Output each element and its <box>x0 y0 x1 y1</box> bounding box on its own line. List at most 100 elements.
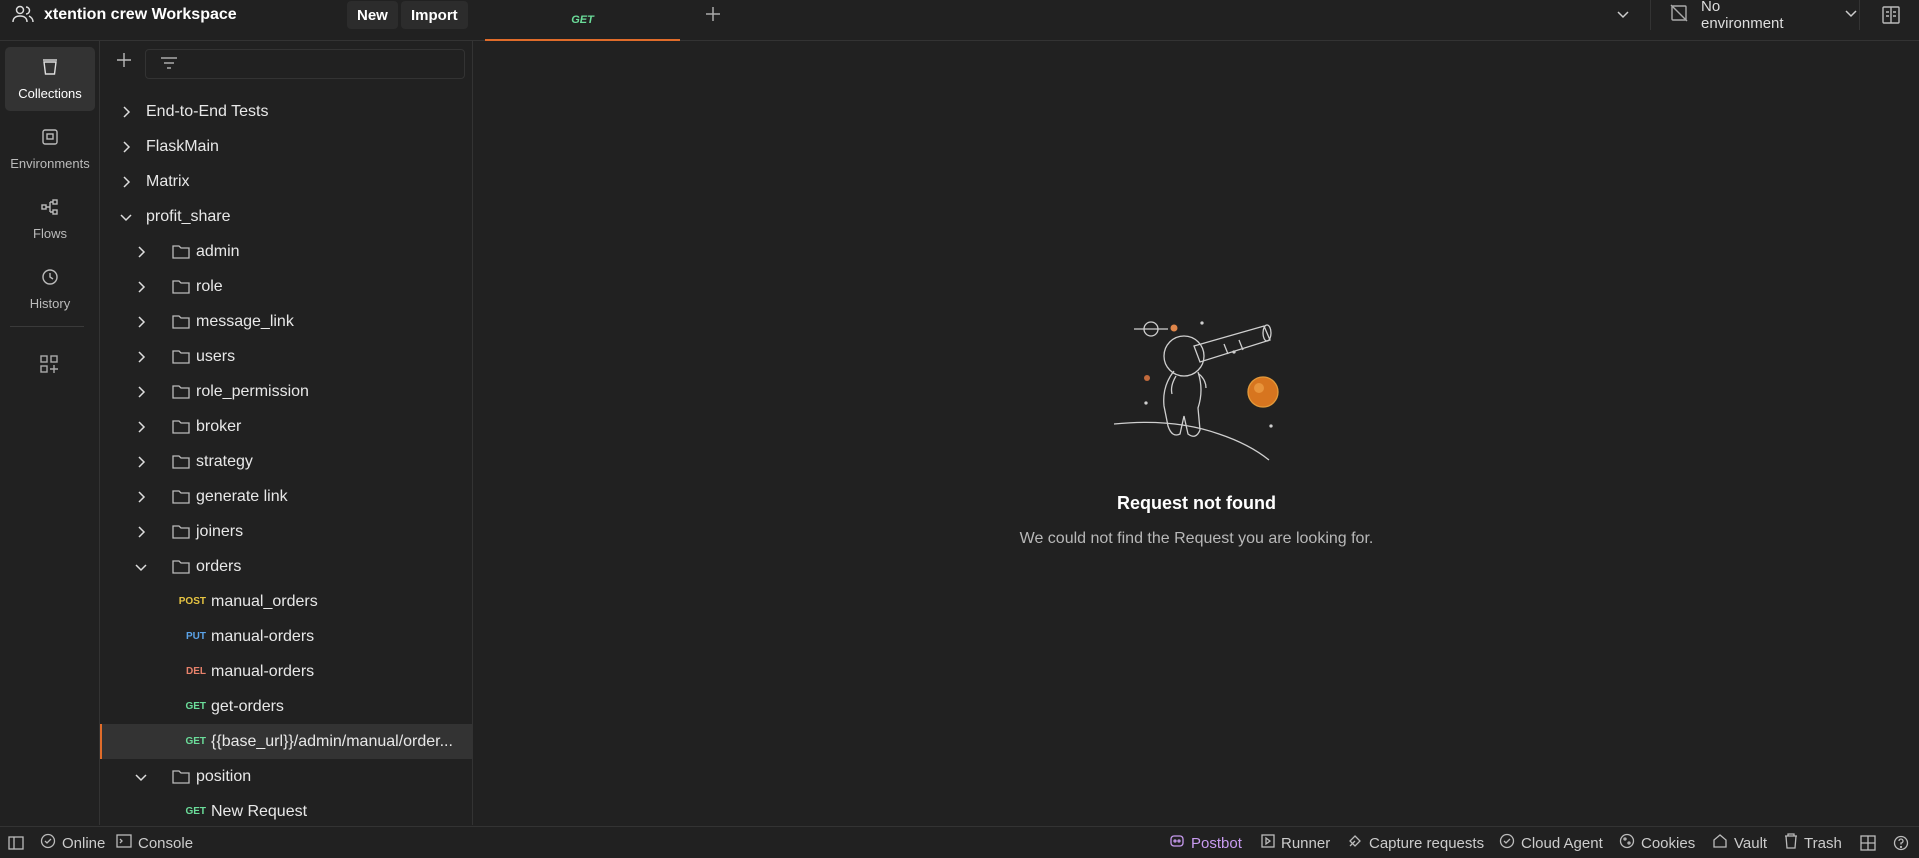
trash-button[interactable]: Trash <box>1784 827 1842 858</box>
filter-icon <box>160 56 178 73</box>
folder-item[interactable]: joiners <box>100 514 473 549</box>
chevron-right-icon[interactable] <box>119 105 133 119</box>
no-environment-icon <box>1669 3 1689 27</box>
vault-button[interactable]: Vault <box>1712 827 1767 858</box>
team-icon <box>12 5 34 26</box>
request-item[interactable]: PUT manual-orders <box>100 619 473 654</box>
capture-requests-button[interactable]: Capture requests <box>1347 827 1484 858</box>
request-item[interactable]: GET get-orders <box>100 689 473 724</box>
status-bar: Online Console Postbot Runner Capture re… <box>0 826 1919 858</box>
request-item[interactable]: POST manual_orders <box>100 584 473 619</box>
request-item-selected[interactable]: GET {{base_url}}/admin/manual/order... <box>100 724 473 759</box>
environments-icon <box>40 127 60 150</box>
toggle-sidebar-icon[interactable] <box>8 827 24 858</box>
chevron-down-icon[interactable] <box>119 210 133 224</box>
folder-item[interactable]: strategy <box>100 444 473 479</box>
folder-icon <box>172 314 190 334</box>
online-status[interactable]: Online <box>40 827 105 858</box>
folder-item[interactable]: role_permission <box>100 374 473 409</box>
collection-item-end-to-end-tests[interactable]: End-to-End Tests <box>100 94 473 129</box>
import-button[interactable]: Import <box>401 1 468 29</box>
astronaut-telescope-illustration <box>1113 316 1284 469</box>
folder-label: role_permission <box>196 382 309 400</box>
sidebar-label-environments: Environments <box>10 156 90 171</box>
chevron-right-icon[interactable] <box>134 490 148 504</box>
folder-item-orders[interactable]: orders <box>100 549 473 584</box>
folder-item[interactable]: users <box>100 339 473 374</box>
new-tab-button[interactable] <box>704 3 722 29</box>
panel-toolbar <box>100 49 473 79</box>
trash-icon <box>1784 833 1798 853</box>
folder-icon <box>172 384 190 404</box>
chevron-right-icon[interactable] <box>134 280 148 294</box>
chevron-down-icon <box>1843 5 1859 25</box>
layout-icon[interactable] <box>1860 827 1876 858</box>
folder-label: admin <box>196 242 240 260</box>
configure-sidebar-icon[interactable] <box>39 354 59 377</box>
chevron-right-icon[interactable] <box>119 140 133 154</box>
folder-item[interactable]: role <box>100 269 473 304</box>
tab-method: GET <box>571 13 594 26</box>
collection-label: profit_share <box>146 207 231 225</box>
empty-state-title: Request not found <box>1117 493 1276 513</box>
request-method: GET <box>185 736 206 747</box>
chevron-right-icon[interactable] <box>119 175 133 189</box>
online-label: Online <box>62 834 106 852</box>
folder-icon <box>172 524 190 544</box>
chevron-down-icon[interactable] <box>134 770 148 784</box>
selection-indicator <box>100 724 102 759</box>
chevron-right-icon[interactable] <box>134 245 148 259</box>
request-item[interactable]: DEL manual-orders <box>100 654 473 689</box>
folder-item[interactable]: message_link <box>100 304 473 339</box>
folder-item-position[interactable]: position <box>100 759 473 794</box>
postbot-button[interactable]: Postbot <box>1169 827 1242 858</box>
chevron-right-icon[interactable] <box>134 525 148 539</box>
request-method: POST <box>178 596 206 607</box>
request-item[interactable]: GET New Request <box>100 794 473 829</box>
chevron-right-icon[interactable] <box>134 350 148 364</box>
folder-item[interactable]: admin <box>100 234 473 269</box>
new-button[interactable]: New <box>347 1 398 29</box>
rail-divider <box>10 326 84 327</box>
check-circle-icon <box>40 833 56 853</box>
history-icon <box>40 267 60 290</box>
environment-selector[interactable]: No environment <box>1650 0 1860 32</box>
console-button[interactable]: Console <box>116 827 193 858</box>
chevron-right-icon[interactable] <box>134 385 148 399</box>
collection-item-flaskmain[interactable]: FlaskMain <box>100 129 473 164</box>
environment-quick-look-icon[interactable] <box>1880 4 1902 29</box>
sidebar-item-environments[interactable]: Environments <box>5 117 95 181</box>
chevron-right-icon[interactable] <box>134 315 148 329</box>
chevron-right-icon[interactable] <box>134 455 148 469</box>
filter-input[interactable] <box>145 49 465 79</box>
cloud-agent-label: Cloud Agent <box>1521 834 1603 852</box>
workspace-title: xtention crew Workspace <box>44 6 237 23</box>
chevron-right-icon[interactable] <box>134 420 148 434</box>
collection-item-matrix[interactable]: Matrix <box>100 164 473 199</box>
chevron-down-icon[interactable] <box>134 560 148 574</box>
folder-item[interactable]: generate link <box>100 479 473 514</box>
tab-request[interactable]: GET <box>485 0 680 41</box>
cookies-button[interactable]: Cookies <box>1619 827 1695 858</box>
tabs-dropdown-chevron-icon[interactable] <box>1615 6 1631 25</box>
add-collection-button[interactable] <box>115 51 133 75</box>
runner-button[interactable]: Runner <box>1261 827 1330 858</box>
sidebar-item-history[interactable]: History <box>5 257 95 321</box>
help-icon[interactable] <box>1893 827 1909 858</box>
workspace-switcher[interactable]: xtention crew Workspace <box>12 0 237 30</box>
cloud-agent-button[interactable]: Cloud Agent <box>1499 827 1603 858</box>
folder-item[interactable]: broker <box>100 409 473 444</box>
sidebar-item-collections[interactable]: Collections <box>5 47 95 111</box>
runner-icon <box>1261 834 1275 852</box>
sidebar-label-history: History <box>29 296 71 311</box>
trash-label: Trash <box>1804 834 1842 852</box>
folder-label: role <box>196 277 223 295</box>
flows-icon <box>40 197 60 220</box>
console-label: Console <box>138 834 194 852</box>
collections-panel: End-to-End Tests FlaskMain Matrix profit… <box>100 41 473 825</box>
collection-item-profit-share[interactable]: profit_share <box>100 199 473 234</box>
folder-icon <box>172 419 190 439</box>
sidebar-item-flows[interactable]: Flows <box>5 187 95 251</box>
cookie-icon <box>1619 833 1635 853</box>
folder-label: users <box>196 347 236 365</box>
